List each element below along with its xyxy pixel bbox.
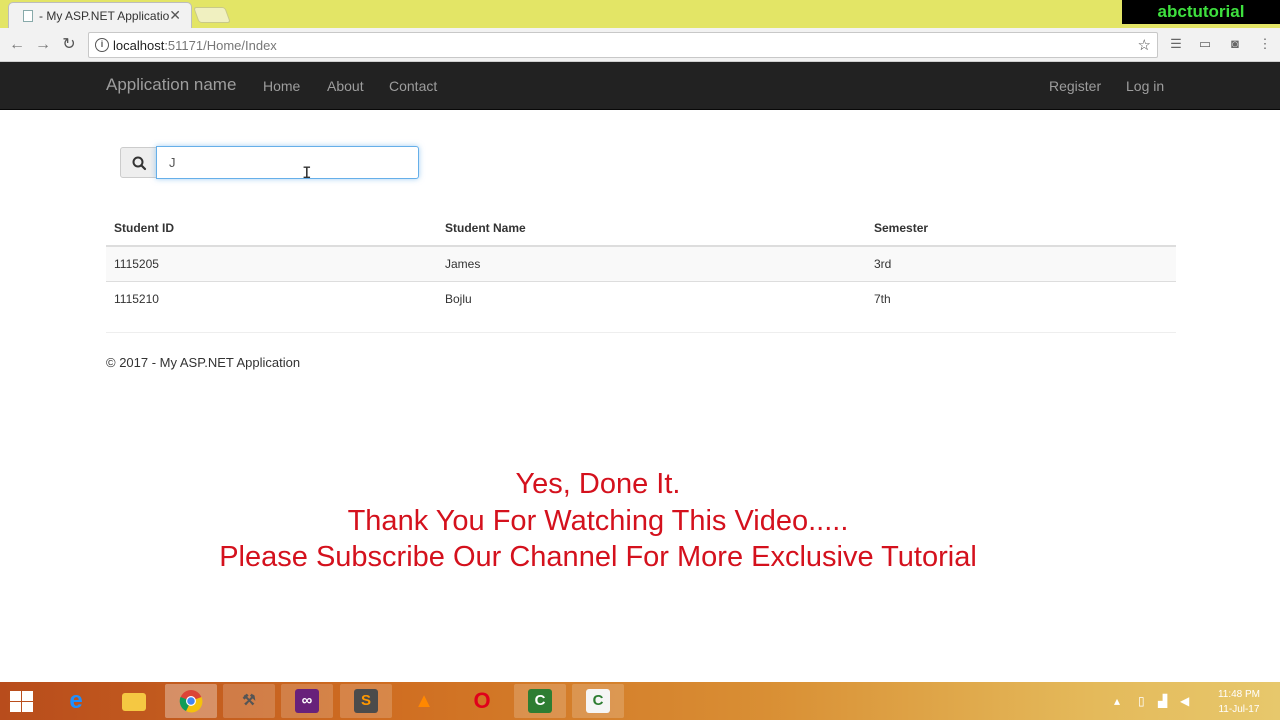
table-row: 1115205 James 3rd xyxy=(106,245,1176,281)
cell-student-id: 1115210 xyxy=(106,280,437,316)
cell-student-name: James xyxy=(437,245,866,281)
system-clock[interactable]: 11:48 PM 11-Jul-17 xyxy=(1218,687,1260,717)
opera-icon[interactable]: O xyxy=(456,684,508,718)
cell-student-id: 1115205 xyxy=(106,245,437,281)
internet-explorer-icon[interactable]: e xyxy=(50,684,102,718)
nav-about[interactable]: About xyxy=(327,78,364,94)
chrome-icon[interactable] xyxy=(165,684,217,718)
channel-watermark: abctutorial xyxy=(1122,0,1280,24)
search-addon xyxy=(120,147,157,178)
table-row: 1115210 Bojlu 7th xyxy=(106,280,1176,316)
tab-title: - My ASP.NET Applicatio xyxy=(39,9,170,23)
camtasia-icon[interactable]: C xyxy=(514,684,566,718)
windows-start-icon[interactable] xyxy=(10,691,34,713)
new-tab-button[interactable] xyxy=(193,7,231,23)
camtasia-recorder-icon[interactable]: C xyxy=(572,684,624,718)
screen: - My ASP.NET Applicatio ✕ abctutorial ← … xyxy=(0,0,1280,720)
nav-contact[interactable]: Contact xyxy=(389,78,437,94)
sublime-glyph: S xyxy=(354,689,378,713)
browser-toolbar: ← → ↻ i localhost:51171/Home/Index ☆ ☰ ▭… xyxy=(0,28,1280,62)
clock-time: 11:48 PM xyxy=(1217,689,1260,700)
file-explorer-icon[interactable] xyxy=(108,684,160,718)
browser-tab-strip: - My ASP.NET Applicatio ✕ abctutorial xyxy=(0,0,1280,28)
clock-date: 11-Jul-17 xyxy=(1218,704,1260,715)
caption-line-1: Yes, Done It. xyxy=(515,468,681,500)
back-arrow-icon[interactable]: ← xyxy=(6,34,28,56)
site-navbar: Application name Home About Contact Regi… xyxy=(0,62,1280,110)
bookmark-star-icon[interactable]: ☆ xyxy=(1138,36,1151,54)
search-input[interactable] xyxy=(156,146,419,179)
search-group xyxy=(120,146,420,179)
volume-icon[interactable]: ◀ xyxy=(1180,694,1189,708)
url-host: localhost xyxy=(113,38,165,53)
page-favicon-icon xyxy=(23,10,33,22)
camtasia-glyph: C xyxy=(528,689,552,713)
tools-glyph: ⚒ xyxy=(242,692,256,709)
vlc-icon[interactable]: ▲ xyxy=(398,684,450,718)
table-header-row: Student ID Student Name Semester xyxy=(106,211,1176,247)
reload-icon[interactable]: ↻ xyxy=(58,34,80,56)
close-tab-icon[interactable]: ✕ xyxy=(169,7,181,24)
site-info-icon[interactable]: i xyxy=(95,38,109,52)
footer-text: © 2017 - My ASP.NET Application xyxy=(106,355,301,370)
ie-glyph: e xyxy=(69,687,83,714)
opera-glyph: O xyxy=(473,688,491,713)
cell-semester: 3rd xyxy=(866,245,1176,281)
caption-line-3: Please Subscribe Our Channel For More Ex… xyxy=(219,541,977,573)
vlc-glyph: ▲ xyxy=(414,690,434,712)
caption-line-2: Thank You For Watching This Video..... xyxy=(347,504,849,537)
header-student-id[interactable]: Student ID xyxy=(106,211,437,247)
tools-icon[interactable]: ⚒ xyxy=(223,684,275,718)
visual-studio-icon[interactable]: ∞ xyxy=(281,684,333,718)
cast-icon[interactable]: ▭ xyxy=(1196,36,1214,54)
folder-glyph xyxy=(122,693,146,711)
header-semester[interactable]: Semester xyxy=(866,211,1176,247)
students-table: Student ID Student Name Semester 1115205… xyxy=(106,211,1176,316)
show-hidden-icons-icon[interactable]: ▴ xyxy=(1114,694,1120,708)
battery-icon[interactable]: ▯ xyxy=(1138,694,1145,708)
video-caption: Yes, Done It. Thank You For Watching Thi… xyxy=(0,466,1196,576)
url-path: :51171/Home/Index xyxy=(164,38,277,53)
brand-link[interactable]: Application name xyxy=(106,75,236,95)
header-student-name[interactable]: Student Name xyxy=(437,211,866,247)
text-cursor-icon: I xyxy=(302,163,312,182)
nav-register[interactable]: Register xyxy=(1049,78,1101,94)
sublime-text-icon[interactable]: S xyxy=(340,684,392,718)
address-bar[interactable]: i localhost:51171/Home/Index ☆ xyxy=(88,32,1158,58)
menu-icon[interactable]: ⋮ xyxy=(1256,36,1274,54)
reading-list-icon[interactable]: ☰ xyxy=(1167,36,1185,54)
browser-tab[interactable]: - My ASP.NET Applicatio ✕ xyxy=(8,2,192,28)
footer-divider xyxy=(106,332,1176,333)
nav-login[interactable]: Log in xyxy=(1126,78,1164,94)
search-icon xyxy=(132,156,147,171)
camtasia-recorder-glyph: C xyxy=(586,689,610,713)
network-icon[interactable]: ▟ xyxy=(1158,694,1167,708)
windows-taskbar: e ⚒ ∞ S ▲ O C C ▴ ▯ ▟ ◀ 11:48 PM 11-Jul-… xyxy=(0,682,1280,720)
url-text: localhost:51171/Home/Index xyxy=(113,38,277,53)
cell-semester: 7th xyxy=(866,280,1176,316)
camera-icon[interactable]: ◙ xyxy=(1226,36,1244,54)
nav-home[interactable]: Home xyxy=(263,78,300,94)
cell-student-name: Bojlu xyxy=(437,280,866,316)
forward-arrow-icon[interactable]: → xyxy=(32,34,54,56)
chrome-glyph xyxy=(179,690,203,713)
vs-glyph: ∞ xyxy=(295,689,319,713)
